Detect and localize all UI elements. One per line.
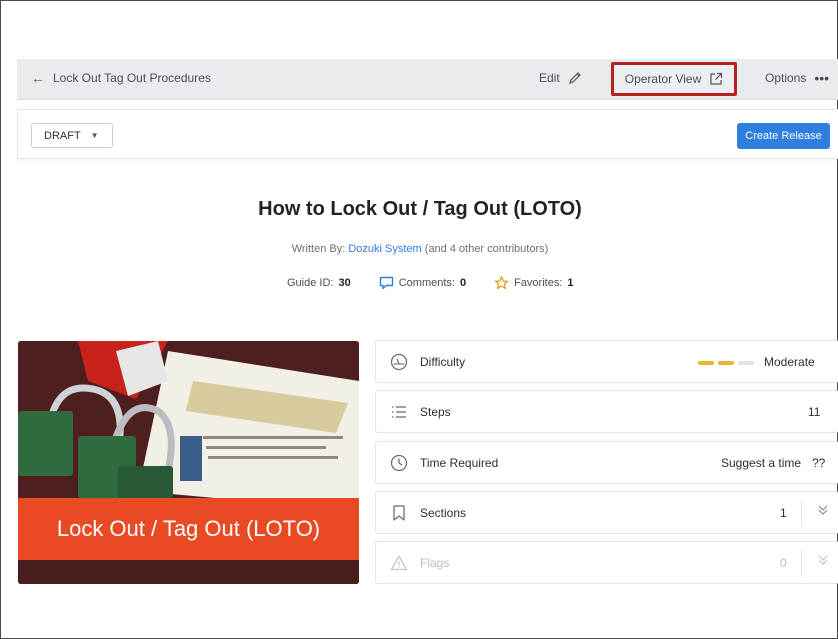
create-release-button[interactable]: Create Release bbox=[737, 123, 830, 149]
comments-label: Comments: bbox=[398, 277, 455, 289]
clock-icon bbox=[390, 454, 408, 472]
operator-view-button[interactable]: Operator View bbox=[611, 62, 737, 96]
guide-cover-image: Lock Out / Tag Out (LOTO) bbox=[18, 341, 359, 584]
chevron-double-down-icon bbox=[818, 554, 828, 569]
options-menu-button[interactable]: Options ••• bbox=[765, 71, 829, 85]
guide-title: How to Lock Out / Tag Out (LOTO) bbox=[258, 198, 582, 220]
release-toolbar: DRAFT ▼ Create Release bbox=[17, 109, 838, 159]
sections-value: 1 bbox=[780, 506, 787, 520]
app-frame: ← Lock Out Tag Out Procedures Edit Opera… bbox=[0, 0, 838, 639]
guide-byline: Written By: Dozuki System (and 4 other c… bbox=[1, 243, 838, 255]
comments-count: 0 bbox=[459, 277, 467, 289]
pencil-icon bbox=[568, 72, 581, 84]
flags-value: 0 bbox=[780, 556, 787, 570]
difficulty-segment bbox=[718, 361, 734, 365]
written-by-label: Written By: bbox=[291, 243, 346, 255]
row-divider bbox=[801, 501, 802, 527]
author-link[interactable]: Dozuki System bbox=[348, 243, 421, 255]
sections-row[interactable]: Sections 1 bbox=[375, 491, 838, 534]
suggest-time-link[interactable]: Suggest a time bbox=[721, 456, 801, 470]
back-link-label: Lock Out Tag Out Procedures bbox=[53, 71, 211, 85]
steps-label: Steps bbox=[420, 405, 451, 419]
external-link-icon bbox=[710, 72, 723, 85]
row-divider bbox=[801, 551, 802, 577]
guide-id: Guide ID: 30 bbox=[287, 277, 351, 289]
options-label: Options bbox=[765, 71, 807, 85]
difficulty-meter bbox=[698, 361, 754, 365]
difficulty-segment bbox=[698, 361, 714, 365]
difficulty-row: Difficulty Moderate bbox=[375, 340, 838, 383]
difficulty-segment bbox=[738, 361, 754, 365]
guide-id-label: Guide ID: bbox=[287, 277, 334, 289]
operator-view-label: Operator View bbox=[624, 72, 702, 86]
edit-button[interactable]: Edit bbox=[539, 71, 582, 85]
more-dots-icon: ••• bbox=[814, 70, 830, 86]
caret-down-icon: ▼ bbox=[90, 131, 99, 140]
favorites-count: 1 bbox=[567, 277, 574, 289]
favorites-label: Favorites: bbox=[514, 277, 563, 289]
difficulty-label: Difficulty bbox=[420, 355, 466, 369]
release-status-label: DRAFT bbox=[44, 129, 81, 142]
cover-title-banner: Lock Out / Tag Out (LOTO) bbox=[18, 498, 359, 560]
time-required-label: Time Required bbox=[420, 456, 499, 470]
favorites-link[interactable]: Favorites: 1 bbox=[494, 276, 574, 290]
chevron-double-down-icon[interactable] bbox=[818, 504, 828, 519]
edit-label: Edit bbox=[539, 71, 560, 85]
steps-row: Steps 11 bbox=[375, 390, 838, 433]
arrow-left-icon: ← bbox=[31, 70, 45, 86]
guide-navbar: ← Lock Out Tag Out Procedures Edit Opera… bbox=[17, 59, 838, 100]
time-required-row: Time Required Suggest a time ?? bbox=[375, 441, 838, 484]
steps-value: 11 bbox=[808, 405, 821, 419]
guide-meta: Guide ID: 30 Comments: 0 Favorites: 1 bbox=[287, 276, 602, 290]
guide-id-value: 30 bbox=[338, 277, 351, 289]
release-status-dropdown[interactable]: DRAFT ▼ bbox=[31, 123, 113, 148]
time-required-value: ?? bbox=[812, 456, 826, 470]
flags-label: Flags bbox=[420, 556, 450, 570]
star-icon bbox=[494, 276, 509, 290]
comments-link[interactable]: Comments: 0 bbox=[379, 276, 466, 290]
cover-banner-text: Lock Out / Tag Out (LOTO) bbox=[56, 516, 321, 541]
back-to-guides-link[interactable]: ← Lock Out Tag Out Procedures bbox=[31, 71, 211, 85]
gauge-icon bbox=[390, 353, 408, 371]
list-icon bbox=[392, 406, 406, 418]
contributors-text: (and 4 other contributors) bbox=[424, 243, 549, 255]
bookmark-icon bbox=[393, 505, 405, 521]
sections-label: Sections bbox=[420, 506, 467, 520]
difficulty-value: Moderate bbox=[764, 355, 815, 369]
comment-icon bbox=[379, 276, 393, 290]
flags-row: Flags 0 bbox=[375, 541, 838, 584]
warning-icon bbox=[390, 555, 408, 571]
